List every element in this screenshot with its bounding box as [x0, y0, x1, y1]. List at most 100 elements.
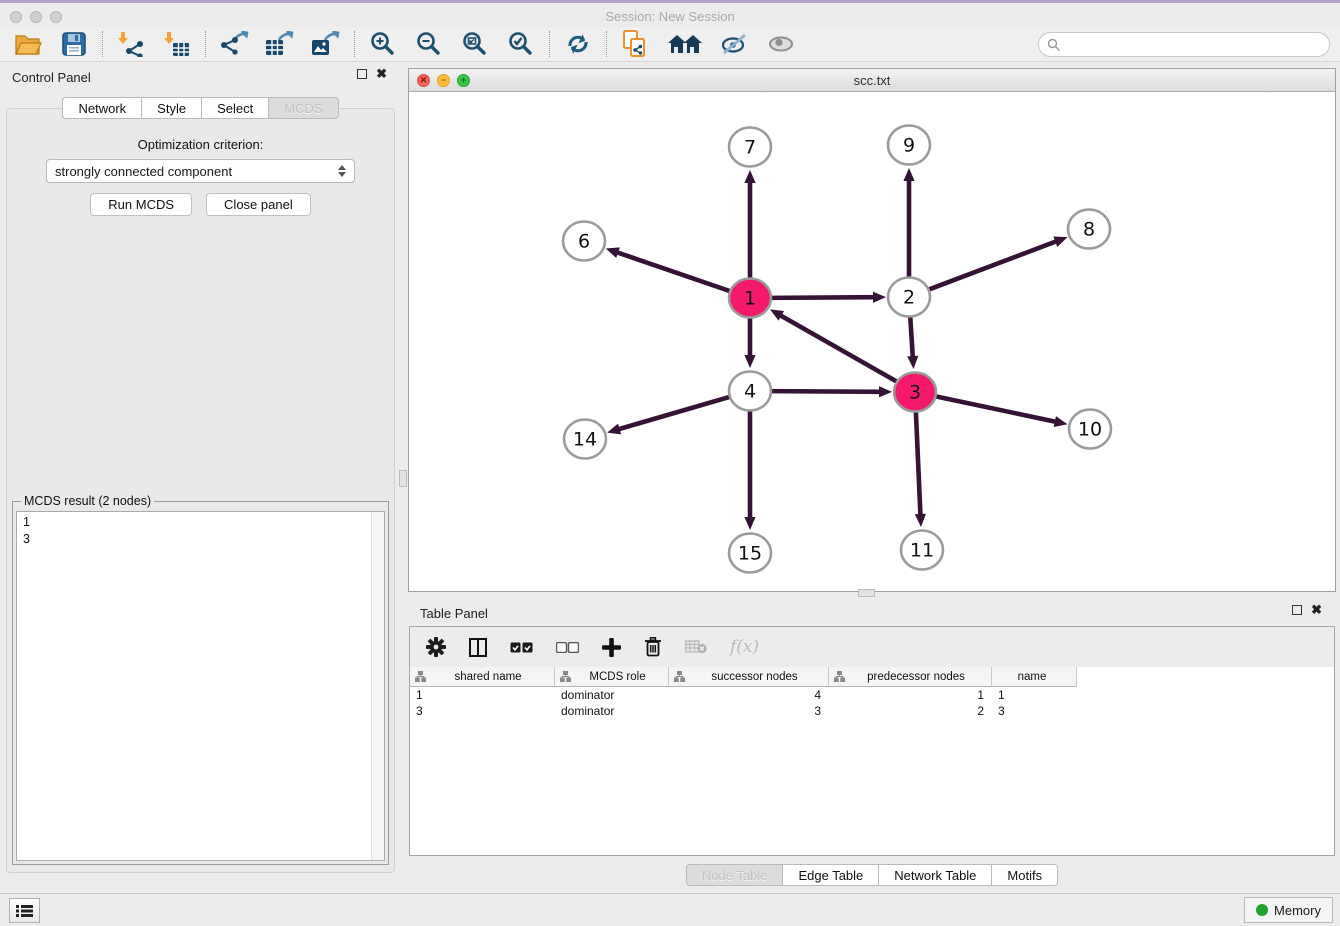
search-box[interactable]: [1038, 32, 1330, 57]
tab-node-table[interactable]: Node Table: [686, 864, 784, 886]
delete-column-icon[interactable]: [644, 637, 662, 657]
column-header-MCDS-role[interactable]: MCDS role: [555, 667, 669, 687]
table-panel: Table Panel ✖: [408, 598, 1336, 890]
control-panel-float-button[interactable]: [357, 69, 367, 79]
table-cell[interactable]: 1: [410, 687, 555, 703]
table-panel-close-button[interactable]: ✖: [1311, 605, 1322, 615]
toggle-column-panel-icon[interactable]: [469, 638, 487, 657]
edge-arrowhead: [903, 168, 914, 181]
deselect-all-columns-icon[interactable]: [556, 642, 579, 653]
edge-3-11[interactable]: [916, 412, 921, 516]
tab-style[interactable]: Style: [142, 97, 202, 119]
graph-node-label: 8: [1083, 219, 1095, 241]
graph-node-label: 9: [903, 135, 915, 157]
graph-node-label: 4: [744, 381, 756, 403]
table-cell[interactable]: 4: [669, 687, 829, 703]
select-stepper-icon: [338, 165, 346, 177]
edge-1-6[interactable]: [616, 252, 731, 291]
edge-arrowhead: [744, 170, 755, 183]
import-network-icon[interactable]: [116, 30, 146, 58]
show-graphics-details-icon[interactable]: [766, 30, 796, 58]
table-cell[interactable]: 3: [410, 703, 555, 719]
mcds-result-list[interactable]: 1 3: [16, 511, 385, 861]
table-cell[interactable]: 2: [829, 703, 992, 719]
control-panel-close-button[interactable]: ✖: [376, 69, 387, 79]
table-cell[interactable]: 3: [669, 703, 829, 719]
settings-gear-icon[interactable]: [426, 637, 446, 657]
export-image-icon[interactable]: [311, 30, 341, 58]
tab-mcds[interactable]: MCDS: [269, 97, 338, 119]
tab-network-table[interactable]: Network Table: [879, 864, 992, 886]
table-cell[interactable]: 1: [829, 687, 992, 703]
edge-4-3[interactable]: [770, 391, 881, 392]
table-row[interactable]: 3dominator323: [410, 703, 1334, 719]
network-canvas[interactable]: 7968124314101511: [409, 92, 1335, 591]
close-panel-button[interactable]: Close panel: [206, 193, 311, 216]
control-panel: Control Panel ✖ NetworkStyleSelectMCDS O…: [0, 62, 401, 879]
graph-node-label: 10: [1078, 419, 1102, 441]
edge-3-1[interactable]: [780, 315, 898, 382]
search-icon: [1047, 38, 1061, 52]
app-title: Session: New Session: [0, 9, 1340, 24]
network-graph[interactable]: 7968124314101511: [409, 92, 1335, 591]
edge-2-8[interactable]: [928, 241, 1057, 290]
table-panel-tabs: Node TableEdge TableNetwork TableMotifs: [408, 864, 1336, 886]
app-titlebar: Session: New Session: [0, 0, 1340, 27]
node-table-container: f(x) shared nameMCDS rolesuccessor nodes…: [409, 626, 1335, 856]
table-row[interactable]: 1dominator411: [410, 687, 1334, 703]
refresh-view-icon[interactable]: [563, 30, 593, 58]
table-cell[interactable]: 3: [992, 703, 1077, 719]
edge-3-10[interactable]: [935, 396, 1057, 422]
zoom-in-icon[interactable]: [368, 30, 398, 58]
edge-2-3[interactable]: [910, 317, 913, 358]
tab-select[interactable]: Select: [202, 97, 269, 119]
hide-graphics-details-icon[interactable]: [720, 30, 750, 58]
run-mcds-button[interactable]: Run MCDS: [90, 193, 192, 216]
graph-node-label: 3: [909, 382, 921, 404]
open-session-icon[interactable]: [13, 30, 43, 58]
add-column-icon[interactable]: [602, 638, 621, 657]
vertical-splitter-grip[interactable]: [399, 470, 407, 487]
zoom-fit-icon[interactable]: [460, 30, 490, 58]
table-cell[interactable]: 1: [992, 687, 1077, 703]
export-network-icon[interactable]: [219, 30, 249, 58]
table-cell[interactable]: dominator: [555, 703, 669, 719]
save-session-icon[interactable]: [59, 30, 89, 58]
select-all-columns-icon[interactable]: [510, 642, 533, 653]
edge-arrowhead: [744, 355, 755, 368]
zoom-selected-icon[interactable]: [506, 30, 536, 58]
copy-network-view-icon[interactable]: [620, 30, 650, 58]
edge-4-14[interactable]: [618, 397, 731, 430]
column-header-successor-nodes[interactable]: successor nodes: [669, 667, 829, 687]
optimization-criterion-select[interactable]: strongly connected component: [46, 159, 355, 183]
tab-motifs[interactable]: Motifs: [992, 864, 1058, 886]
graph-node-label: 7: [744, 137, 756, 159]
table-header-row: shared nameMCDS rolesuccessor nodesprede…: [410, 667, 1334, 687]
zoom-out-icon[interactable]: [414, 30, 444, 58]
edge-1-2[interactable]: [770, 297, 875, 298]
table-cell[interactable]: dominator: [555, 687, 669, 703]
tab-network[interactable]: Network: [62, 97, 142, 119]
search-input[interactable]: [1061, 37, 1329, 52]
import-table-icon[interactable]: [162, 30, 192, 58]
memory-button[interactable]: Memory: [1244, 897, 1333, 923]
graph-node-label: 15: [738, 543, 762, 565]
column-header-name[interactable]: name: [992, 667, 1077, 687]
show-panels-menu-button[interactable]: [9, 898, 40, 923]
mcds-panel: Optimization criterion: strongly connect…: [6, 108, 395, 873]
home-layout-icon[interactable]: [666, 30, 704, 58]
graph-node-label: 14: [573, 429, 597, 451]
table-panel-float-button[interactable]: [1292, 605, 1302, 615]
control-panel-title: Control Panel: [12, 70, 91, 85]
column-header-shared-name[interactable]: shared name: [410, 667, 555, 687]
graph-node-label: 1: [744, 288, 756, 310]
edge-arrowhead: [744, 517, 755, 530]
mcds-result-title: MCDS result (2 nodes): [21, 494, 154, 508]
horizontal-splitter-grip[interactable]: [858, 589, 875, 597]
edge-arrowhead: [873, 292, 886, 303]
tab-edge-table[interactable]: Edge Table: [783, 864, 879, 886]
result-scrollbar[interactable]: [371, 512, 384, 860]
column-header-predecessor-nodes[interactable]: predecessor nodes: [829, 667, 992, 687]
column-tree-icon: [834, 671, 845, 682]
export-table-icon[interactable]: [265, 30, 295, 58]
